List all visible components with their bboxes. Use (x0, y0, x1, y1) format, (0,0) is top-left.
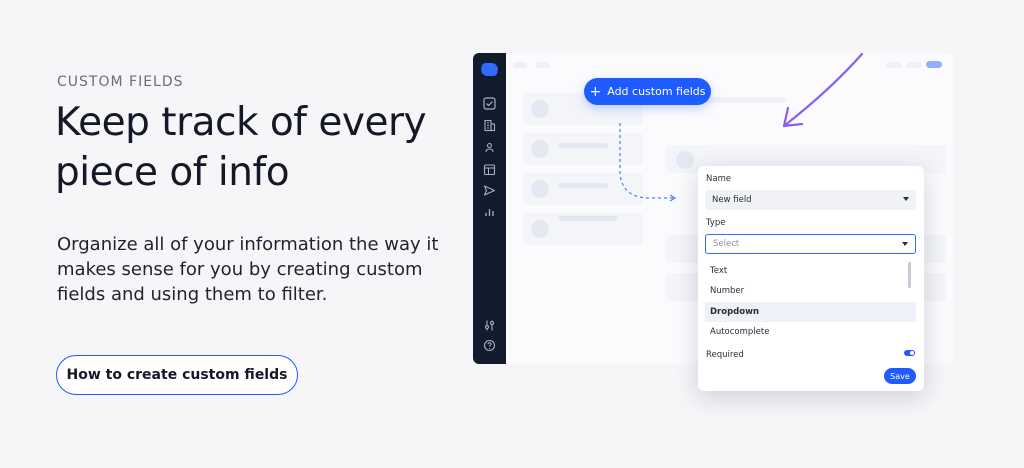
avatar (531, 140, 549, 158)
name-field[interactable]: New field (705, 190, 916, 210)
type-select[interactable]: Select (705, 234, 916, 254)
add-custom-fields-label: Add custom fields (607, 85, 706, 98)
required-toggle[interactable] (904, 350, 915, 356)
checkbox-icon[interactable] (482, 97, 496, 111)
avatar (531, 220, 549, 238)
topbar-placeholder (926, 61, 942, 68)
topbar-placeholder (886, 62, 902, 68)
type-option-dropdown[interactable]: Dropdown (705, 302, 916, 322)
app-logo-icon (479, 63, 500, 76)
dashed-connector-arrow (619, 123, 677, 202)
topbar-placeholder (536, 62, 550, 68)
name-label: Name (706, 174, 732, 184)
save-button[interactable]: Save (884, 368, 916, 384)
type-option-number[interactable]: Number (705, 281, 916, 301)
add-custom-fields-button[interactable]: + Add custom fields (584, 78, 711, 105)
custom-field-modal: Name New field Type Select Text Number D… (698, 166, 924, 391)
type-select-placeholder: Select (713, 239, 740, 249)
name-field-value: New field (712, 195, 752, 205)
app-sidebar (473, 53, 506, 364)
text-placeholder (558, 143, 608, 148)
send-icon[interactable] (482, 184, 496, 198)
how-to-create-custom-fields-button[interactable]: How to create custom fields (56, 355, 298, 395)
calendar-icon[interactable] (482, 163, 496, 177)
section-eyebrow: CUSTOM FIELDS (57, 74, 184, 90)
avatar (531, 180, 549, 198)
topbar-placeholder (906, 62, 922, 68)
type-option-autocomplete[interactable]: Autocomplete (705, 322, 916, 342)
pointer-arrow-icon (782, 52, 864, 128)
plus-icon: + (589, 83, 602, 100)
user-icon[interactable] (482, 141, 496, 155)
required-label: Required (706, 350, 744, 360)
text-placeholder (558, 216, 618, 221)
options-scrollbar[interactable] (908, 262, 911, 288)
type-option-text[interactable]: Text (705, 261, 916, 281)
help-icon[interactable] (482, 339, 496, 353)
sliders-icon[interactable] (482, 319, 496, 333)
chevron-down-icon (903, 197, 909, 201)
body-text: Organize all of your information the way… (57, 234, 439, 305)
type-label: Type (706, 218, 726, 228)
chart-icon[interactable] (482, 205, 496, 219)
text-placeholder (558, 183, 608, 188)
headline: Keep track of every piece of info (55, 100, 427, 195)
chevron-down-icon (902, 242, 908, 246)
avatar (531, 100, 549, 118)
building-icon[interactable] (482, 119, 496, 133)
topbar-placeholder (513, 62, 527, 68)
